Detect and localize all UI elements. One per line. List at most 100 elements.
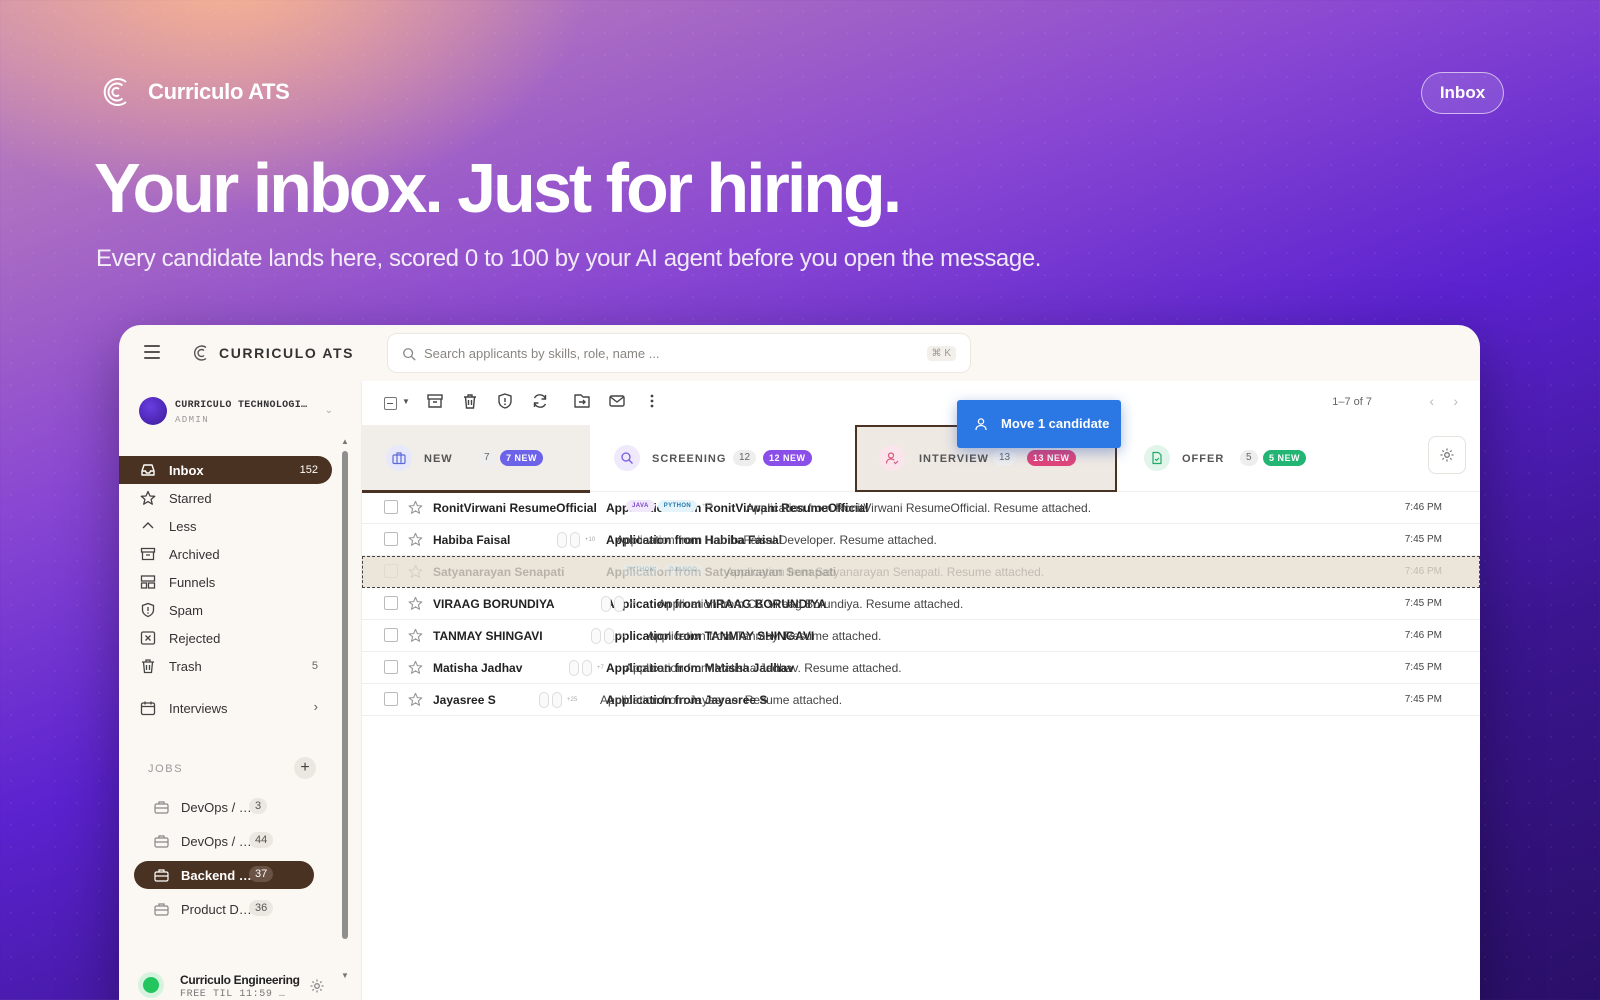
star-icon[interactable] [408,564,423,579]
sidebar-item-archived[interactable]: Archived [119,540,332,568]
star-icon [140,490,156,505]
table-row[interactable]: TANMAY SHINGAVI Application from TANMAY … [362,620,1480,652]
reject-icon [140,631,156,645]
star-icon[interactable] [408,660,423,675]
sidebar-item-less[interactable]: Less [119,512,332,540]
row-tags: +3 [601,596,636,612]
org-switcher[interactable]: CURRICULO TECHNOLOGI… ADMIN ⌄ [139,395,333,431]
search-bar[interactable]: ⌘ K [387,333,971,373]
sidebar-item-label: Rejected [169,631,221,646]
job-item-active[interactable]: Backend … 37 [134,861,314,889]
table-row[interactable]: Jayasree S Application from Jayasree S +… [362,684,1480,716]
row-snippet: Application from Matisha Jadhav. Resume … [625,661,902,675]
job-item[interactable]: DevOps / S… 3 [134,793,314,821]
scrollbar-thumb[interactable] [342,451,348,939]
mail-icon[interactable] [608,392,626,410]
sidebar-item-funnels[interactable]: Funnels [119,568,332,596]
tab-label: INTERVIEW [919,453,989,465]
job-item[interactable]: DevOps / … 44 [134,827,314,855]
star-icon[interactable] [408,500,423,515]
row-time: 7:46 PM [1404,566,1442,577]
row-snippet: Application from HabibaFaisal Developer.… [616,533,937,547]
sidebar-scrollbar[interactable]: ▲ ▼ [341,437,349,981]
hero-subtitle: Every candidate lands here, scored 0 to … [96,245,1042,272]
scroll-up-icon[interactable]: ▲ [341,437,349,446]
funnel-icon [140,575,156,589]
select-all-checkbox[interactable] [384,397,397,410]
more-tags-count: +10 [585,537,596,543]
star-icon[interactable] [408,692,423,707]
app-topbar: CURRICULO ATS ⌘ K [119,325,1480,381]
table-row[interactable]: RonitVirwani ResumeOfficial Application … [362,492,1480,524]
tab-count: 13 [993,450,1017,466]
stage-tabs: NEW 7 7 NEW SCREENING 12 12 NEW INTERVIE… [362,425,1480,493]
sidebar-item-inbox[interactable]: Inbox 152 [119,456,332,484]
tab-new[interactable]: NEW 7 7 NEW [362,425,590,493]
chevron-right-icon: › [313,699,318,714]
workspace-plan: FREE TIL 11:59 … [180,989,286,1000]
archive-icon[interactable] [426,392,444,410]
more-tags-count: +13 [702,503,713,509]
refresh-icon[interactable] [531,392,549,410]
skill-tag: PYTHON [657,500,698,512]
row-sender: RonitVirwani ResumeOfficial [433,501,597,515]
sidebar-item-spam[interactable]: Spam [119,596,332,624]
search-icon [403,348,416,361]
new-badge: 7 NEW [500,450,544,466]
gear-icon[interactable] [309,978,325,994]
sidebar-item-label: Funnels [169,575,216,590]
star-icon[interactable] [408,596,423,611]
tab-settings-button[interactable] [1428,436,1466,474]
chevron-left-icon[interactable]: ‹ [1429,393,1434,409]
workspace-switcher[interactable]: Curriculo Engineering FREE TIL 11:59 … [133,961,333,1000]
sidebar-item-interviews[interactable]: Interviews › [119,694,332,722]
sidebar: CURRICULO TECHNOLOGI… ADMIN ⌄ Inbox 152 … [119,381,350,1000]
row-time: 7:45 PM [1404,534,1442,545]
curriculo-logo-icon [103,78,127,106]
trash-icon[interactable] [461,392,479,410]
chevron-right-icon[interactable]: › [1453,393,1458,409]
tab-screening[interactable]: SCREENING 12 12 NEW [590,425,852,492]
spam-icon[interactable] [496,392,514,410]
sidebar-item-label: Spam [169,603,203,618]
row-checkbox[interactable] [384,564,398,578]
briefcase-icon [154,801,169,814]
table-row[interactable]: VIRAAG BORUNDIYA Application from VIRAAG… [362,588,1480,620]
row-snippet: Application from RonitVirwani ResumeOffi… [746,501,1092,515]
job-item[interactable]: Product D… 36 [134,895,314,923]
sidebar-item-label: Trash [169,659,202,674]
scroll-down-icon[interactable]: ▼ [341,971,349,980]
table-row[interactable]: Habiba Faisal Application from Habiba Fa… [362,524,1480,556]
menu-icon[interactable] [144,345,160,359]
skill-pill [570,532,580,548]
row-checkbox[interactable] [384,628,398,642]
table-row[interactable]: Satyanarayan Senapati Application from S… [362,556,1480,588]
star-icon[interactable] [408,532,423,547]
search-input[interactable] [424,336,904,370]
row-checkbox[interactable] [384,660,398,674]
row-checkbox[interactable] [384,500,398,514]
chevron-down-icon[interactable]: ▼ [402,397,410,406]
row-sender: VIRAAG BORUNDIYA [433,597,555,611]
user-check-icon [879,445,905,471]
add-job-button[interactable]: + [294,757,316,779]
star-icon[interactable] [408,628,423,643]
tab-offer[interactable]: OFFER 5 5 NEW [1120,425,1382,492]
pagination-label: 1–7 of 7 [1332,396,1372,408]
sidebar-item-count: 152 [299,464,318,476]
row-checkbox[interactable] [384,596,398,610]
chevron-down-icon: ⌄ [324,405,333,416]
inbox-icon [141,464,155,476]
sidebar-item-starred[interactable]: Starred [119,484,332,512]
row-checkbox[interactable] [384,692,398,706]
new-badge: 5 NEW [1263,450,1307,466]
skill-tag: JAVA [626,500,655,512]
more-tags-count: +1 [619,633,626,639]
inbox-nav-button[interactable]: Inbox [1421,72,1504,114]
sidebar-item-rejected[interactable]: Rejected [119,624,332,652]
table-row[interactable]: Matisha Jadhav Application from Matisha … [362,652,1480,684]
row-checkbox[interactable] [384,532,398,546]
more-vert-icon[interactable] [643,392,661,410]
move-to-icon[interactable] [573,392,591,410]
sidebar-item-trash[interactable]: Trash 5 [119,652,332,680]
